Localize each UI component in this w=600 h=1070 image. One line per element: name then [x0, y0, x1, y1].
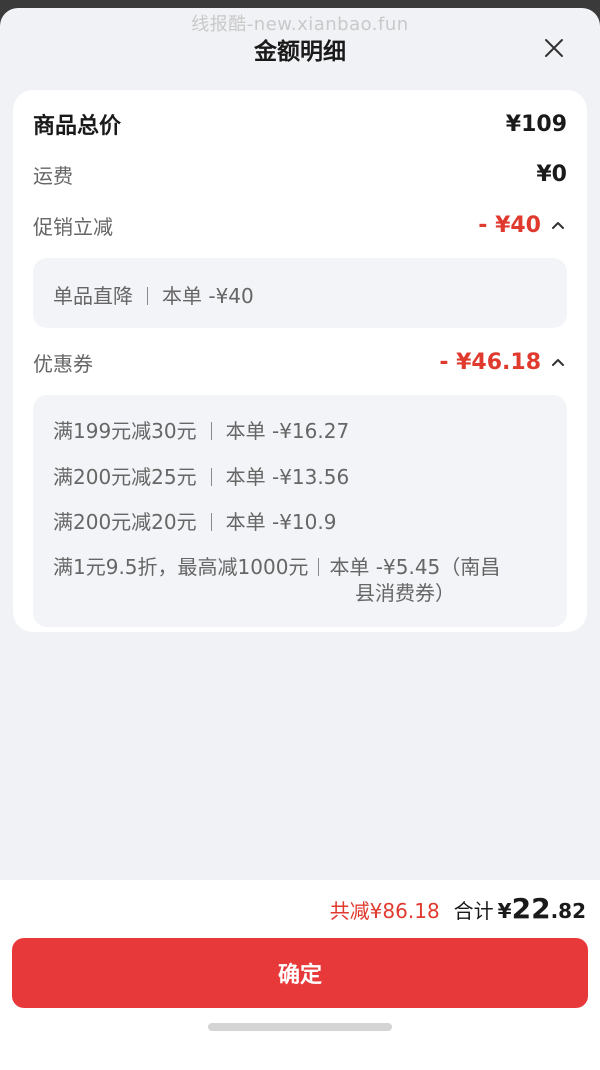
coupon-label: 优惠券 — [33, 352, 93, 376]
total-label: 合计 — [453, 899, 494, 923]
coupon-item-name: 满200元减25元 — [53, 465, 197, 489]
goods-total-value: ¥109 — [505, 111, 567, 137]
confirm-button[interactable]: 确定 — [12, 938, 588, 1008]
sheet-header: 金额明细 — [0, 30, 600, 70]
divider — [210, 513, 212, 531]
bottom-bar: 共减¥86.18 合计 ¥ 22 .82 确定 — [0, 880, 600, 1070]
coupon-item-amount: 本单 -¥13.56 — [225, 465, 350, 489]
divider — [318, 558, 320, 576]
promotion-item-amount: 本单 -¥40 — [162, 284, 254, 308]
home-indicator — [208, 1023, 392, 1031]
divider — [147, 287, 148, 305]
total-discount: 共减¥86.18 — [329, 899, 440, 923]
promotion-item-name: 单品直降 — [53, 284, 133, 308]
goods-total-row: 商品总价 ¥109 — [33, 108, 567, 140]
coupon-item-amount-cont: 县消费券） — [355, 581, 455, 605]
coupon-item-name: 满1元9.5折，最高减1000元 — [53, 555, 309, 579]
shipping-value: ¥0 — [536, 162, 567, 187]
total-summary: 共减¥86.18 合计 ¥ 22 .82 — [330, 892, 586, 925]
coupon-item-amount: 本单 -¥5.45（南昌 — [329, 555, 501, 579]
close-button[interactable] — [542, 36, 566, 60]
list-item: 满1元9.5折，最高减1000元 本单 -¥5.45（南昌 — [53, 551, 553, 580]
page-title: 金额明细 — [254, 39, 346, 65]
coupon-item-name: 满200元减20元 — [53, 510, 197, 534]
goods-total-label: 商品总价 — [33, 114, 122, 139]
list-item: 满200元减25元 本单 -¥13.56 — [53, 461, 553, 490]
coupon-detail-box: 满199元减30元 本单 -¥16.27 满200元减25元 本单 -¥13.56 … — [33, 395, 567, 627]
coupon-row[interactable]: 优惠券 - ¥46.18 — [33, 348, 567, 377]
coupon-value: - ¥46.18 — [439, 350, 541, 375]
promotion-value: - ¥40 — [478, 213, 541, 238]
chevron-up-icon[interactable] — [549, 217, 567, 235]
divider — [210, 468, 212, 486]
total-currency: ¥ — [497, 899, 512, 923]
list-item: 单品直降 本单 -¥40 — [53, 280, 553, 309]
coupon-item-amount: 本单 -¥10.9 — [225, 510, 337, 534]
chevron-up-icon[interactable] — [549, 354, 567, 372]
promotion-label: 促销立减 — [33, 215, 113, 239]
shipping-label: 运费 — [33, 164, 73, 188]
list-item: 满199元减30元 本单 -¥16.27 — [53, 415, 553, 444]
total-amount-decimal: .82 — [550, 899, 586, 923]
total-amount-integer: 22 — [511, 892, 551, 925]
promotion-detail-box: 单品直降 本单 -¥40 — [33, 258, 567, 328]
list-item: 满200元减20元 本单 -¥10.9 — [53, 506, 553, 535]
divider — [210, 422, 212, 440]
promotion-row[interactable]: 促销立减 - ¥40 — [33, 211, 567, 240]
coupon-item-name: 满199元减30元 — [53, 419, 197, 443]
shipping-row: 运费 ¥0 — [33, 160, 567, 189]
amount-card: 商品总价 ¥109 运费 ¥0 促销立减 - ¥40 单品直降 本单 -¥40 优… — [13, 90, 587, 632]
list-item-continuation: 县消费券） — [355, 577, 553, 606]
coupon-item-amount: 本单 -¥16.27 — [225, 419, 350, 443]
close-icon[interactable] — [542, 36, 566, 60]
amount-detail-sheet: 线报酷-new.xianbao.fun 金额明细 商品总价 ¥109 运费 ¥0… — [0, 8, 600, 1070]
